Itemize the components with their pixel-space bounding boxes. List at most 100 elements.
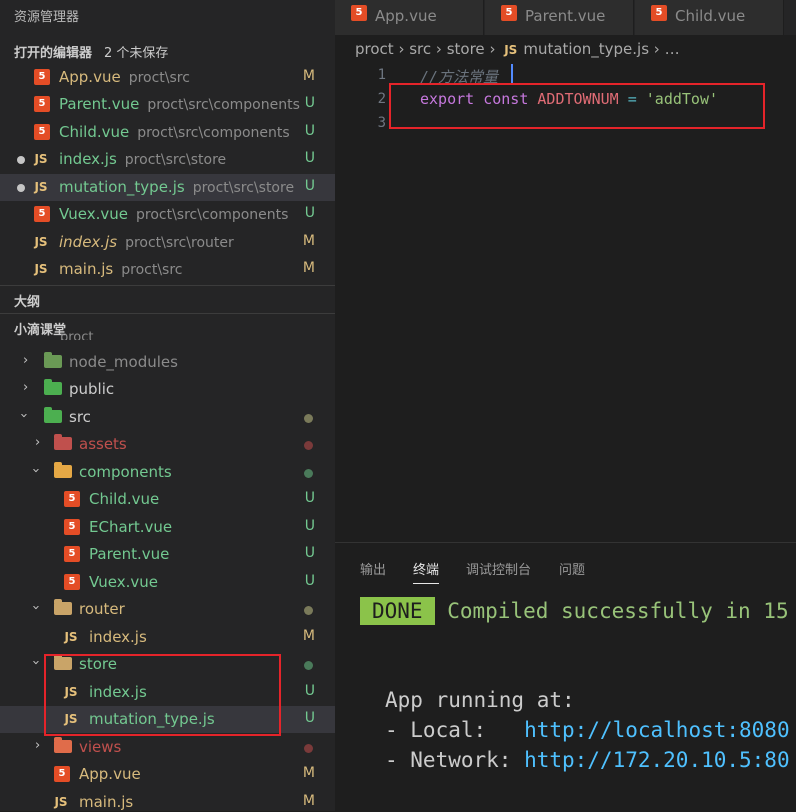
- html5-icon: 5: [34, 206, 50, 222]
- js-icon: JS: [34, 262, 48, 276]
- chevron-right-icon: ›: [23, 380, 29, 395]
- terminal-line-running[interactable]: App running at:: [385, 688, 575, 712]
- breadcrumb-item[interactable]: store: [447, 40, 485, 58]
- html5-icon: 5: [34, 69, 50, 85]
- outline-header[interactable]: 大纲: [0, 285, 335, 312]
- chevron-down-icon: ›: [28, 467, 44, 474]
- tree-label: views: [79, 738, 122, 756]
- unsaved-dot-icon[interactable]: [17, 156, 25, 164]
- tree-file[interactable]: 5 Vuex.vue U: [0, 569, 335, 596]
- unsaved-dot-icon[interactable]: [17, 184, 25, 192]
- chevron-down-icon: ›: [28, 604, 44, 611]
- tab-app-vue[interactable]: 5 App.vue: [335, 0, 484, 35]
- compiled-message: Compiled successfully in 15: [447, 599, 789, 623]
- breadcrumb-separator: ›: [435, 40, 442, 58]
- git-badge: U: [304, 545, 315, 561]
- git-badge: U: [304, 710, 315, 726]
- js-icon: JS: [504, 43, 518, 57]
- status-dot-icon: [304, 441, 313, 450]
- network-url-link[interactable]: http://172.20.10.5:80: [524, 748, 790, 772]
- open-editor-item-active[interactable]: JS mutation_type.js proct\src\store U: [0, 174, 335, 201]
- tab-label: Parent.vue: [525, 7, 606, 25]
- breadcrumb-item[interactable]: src: [409, 40, 431, 58]
- open-editor-item[interactable]: JS index.js proct\src\router M: [0, 229, 335, 256]
- panel-tab-problems[interactable]: 问题: [559, 559, 585, 578]
- tree-label: EChart.vue: [89, 518, 173, 536]
- git-badge: M: [302, 233, 315, 249]
- terminal-line-done[interactable]: DONE Compiled successfully in 15: [360, 597, 789, 625]
- tree-folder-assets[interactable]: › assets: [0, 431, 335, 458]
- breadcrumb-item[interactable]: mutation_type.js: [523, 40, 649, 58]
- open-editors-header[interactable]: 打开的编辑器 2 个未保存: [0, 37, 335, 63]
- open-editor-item[interactable]: 5 App.vue proct\src M: [0, 64, 335, 91]
- status-dot-icon: [304, 661, 313, 670]
- tree-label: node_modules: [69, 353, 178, 371]
- tree-label: Vuex.vue: [89, 573, 158, 591]
- tree-folder-components[interactable]: › components: [0, 459, 335, 486]
- file-name: Vuex.vue: [59, 205, 128, 223]
- open-editor-item[interactable]: JS main.js proct\src M: [0, 256, 335, 283]
- panel-tab-output[interactable]: 输出: [360, 559, 386, 578]
- status-dot-icon: [304, 469, 313, 478]
- folder-node-modules-icon: [44, 352, 62, 368]
- tree-label: src: [69, 408, 91, 426]
- js-icon: JS: [34, 235, 48, 249]
- store-highlight-box: [44, 654, 281, 736]
- tree-folder-src[interactable]: › src: [0, 404, 335, 431]
- line-number: 3: [377, 115, 386, 131]
- folder-views-icon: [54, 737, 72, 753]
- project-header[interactable]: 小滴课堂: [0, 313, 335, 340]
- tree-label: router: [79, 600, 125, 618]
- tree-folder-views[interactable]: › views: [0, 734, 335, 761]
- git-badge: U: [304, 205, 315, 221]
- local-url-link[interactable]: http://localhost:8080: [524, 718, 790, 742]
- text-cursor: [511, 64, 513, 84]
- html5-icon: 5: [34, 96, 50, 112]
- terminal-line-network[interactable]: - Network: http://172.20.10.5:80: [385, 748, 790, 772]
- chevron-right-icon: ›: [35, 435, 41, 450]
- unsaved-count: 2 个未保存: [104, 46, 169, 61]
- git-badge: U: [304, 123, 315, 139]
- tab-parent-vue[interactable]: 5 Parent.vue: [485, 0, 634, 35]
- folder-components-icon: [54, 462, 72, 478]
- tree-folder-node-modules[interactable]: › node_modules: [0, 349, 335, 376]
- tab-label: Child.vue: [675, 7, 746, 25]
- tree-folder-router[interactable]: › router: [0, 596, 335, 623]
- chevron-down-icon: ›: [16, 412, 32, 419]
- git-badge: M: [302, 260, 315, 276]
- folder-src-icon: [44, 407, 62, 423]
- breadcrumb-item[interactable]: …: [665, 40, 680, 58]
- breadcrumb: proct › src › store › JS mutation_type.js…: [355, 40, 680, 58]
- explorer-title: 资源管理器: [14, 10, 80, 25]
- file-path: proct\src\components: [137, 125, 290, 141]
- file-name: mutation_type.js: [59, 178, 185, 196]
- chevron-right-icon: ›: [35, 738, 41, 753]
- panel-tab-terminal[interactable]: 终端: [413, 559, 440, 584]
- tree-file[interactable]: 5 EChart.vue U: [0, 514, 335, 541]
- network-label: - Network:: [385, 748, 525, 772]
- tree-label: index.js: [89, 628, 147, 646]
- tree-folder-public[interactable]: › public: [0, 376, 335, 403]
- tree-file[interactable]: 5 App.vue M: [0, 761, 335, 788]
- terminal-line-local[interactable]: - Local: http://localhost:8080: [385, 718, 790, 742]
- open-editor-item[interactable]: 5 Vuex.vue proct\src\components U: [0, 201, 335, 228]
- file-path: proct\src: [121, 262, 183, 278]
- tab-child-vue[interactable]: 5 Child.vue: [635, 0, 784, 35]
- done-badge: DONE: [360, 597, 435, 625]
- tree-file[interactable]: 5 Parent.vue U: [0, 541, 335, 568]
- open-editor-item[interactable]: JS index.js proct\src\store U: [0, 146, 335, 173]
- open-editor-item[interactable]: 5 Child.vue proct\src\components U: [0, 119, 335, 146]
- tree-label: App.vue: [79, 765, 141, 783]
- tree-label: Parent.vue: [89, 545, 170, 563]
- tree-file[interactable]: JS index.js M: [0, 624, 335, 651]
- folder-router-icon: [54, 599, 72, 615]
- breadcrumb-item[interactable]: proct: [355, 40, 394, 58]
- file-path: proct\src\components: [135, 207, 289, 223]
- panel-tab-debug-console[interactable]: 调试控制台: [466, 559, 531, 578]
- code-highlight-box: [389, 83, 765, 129]
- tree-file[interactable]: 5 Child.vue U: [0, 486, 335, 513]
- tree-file[interactable]: JS main.js M: [0, 789, 335, 811]
- open-editor-item[interactable]: 5 Parent.vue proct\src\components U: [0, 91, 335, 118]
- git-badge: U: [304, 178, 315, 194]
- git-badge: M: [302, 68, 315, 84]
